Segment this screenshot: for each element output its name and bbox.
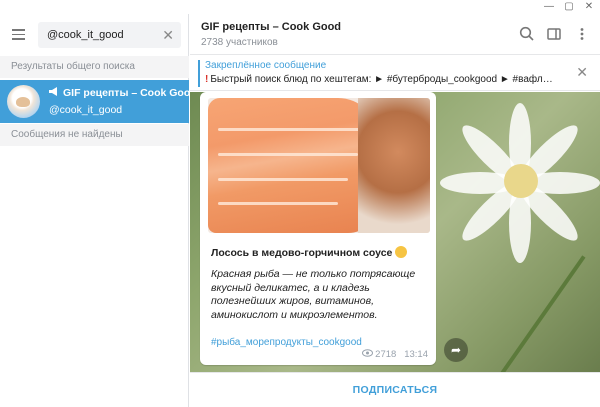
close-pinned-icon[interactable]: ✕: [576, 64, 588, 81]
minimize-button[interactable]: —: [540, 0, 558, 14]
maximize-button[interactable]: ▢: [560, 0, 578, 14]
message-title-text: Лосось в медово-горчичном соусе: [211, 247, 393, 259]
message-bubble[interactable]: Лосось в медово-горчичном соусе Красная …: [200, 92, 436, 365]
background-flower: [440, 103, 600, 263]
more-options-icon[interactable]: [574, 26, 590, 42]
photo-background: [358, 98, 430, 233]
chat-members-count: 2738 участников: [201, 37, 278, 48]
message-body: Красная рыба — не только потрясающе вкус…: [211, 268, 416, 321]
result-title: GIF рецепты – Cook Good: [49, 87, 197, 99]
pinned-text: Быстрый поиск блюд по хештегам: ► #бутер…: [210, 74, 553, 85]
sidebar-toggle-icon[interactable]: [546, 26, 562, 42]
salmon-image: [208, 98, 378, 233]
pinned-message-bar[interactable]: Закреплённое сообщение ! Быстрый поиск бл…: [190, 56, 600, 91]
result-handle: @cook_it_good: [49, 104, 123, 116]
hashtag-link[interactable]: #рыба_морепродукты_cookgood: [211, 337, 362, 348]
chat-header: GIF рецепты – Cook Good 2738 участников: [190, 14, 600, 55]
pinned-label: Закреплённое сообщение: [205, 60, 327, 71]
chat-area: Лосось в медово-горчичном соусе Красная …: [190, 92, 600, 372]
message-meta: 2718 13:14: [361, 349, 428, 360]
clear-search-icon[interactable]: ✕: [162, 27, 174, 43]
window-title-bar: — ▢ ✕: [0, 0, 600, 14]
search-box[interactable]: ✕: [38, 22, 181, 48]
subscribe-button[interactable]: ПОДПИСАТЬСЯ: [190, 373, 600, 407]
message-title: Лосось в медово-горчичном соусе: [211, 246, 408, 259]
search-result-channel[interactable]: GIF рецепты – Cook Good @cook_it_good: [0, 80, 197, 123]
message-photo[interactable]: [208, 98, 430, 233]
messages-not-found-header: Сообщения не найдены: [0, 124, 189, 146]
chat-title[interactable]: GIF рецепты – Cook Good: [201, 21, 341, 33]
left-panel: ✕ Результаты общего поиска GIF рецепты –…: [0, 14, 197, 407]
close-window-button[interactable]: ✕: [580, 0, 598, 14]
channel-avatar: [7, 85, 40, 118]
background-stem: [490, 255, 586, 372]
hamburger-menu-icon[interactable]: [12, 29, 25, 40]
view-count: 2718: [375, 349, 397, 360]
exclamation-icon: !: [205, 74, 209, 85]
global-results-header: Результаты общего поиска: [0, 56, 189, 78]
megaphone-icon: [49, 87, 59, 99]
search-icon[interactable]: [519, 26, 535, 42]
pinned-accent-line: [198, 60, 200, 87]
subscribe-bar: ПОДПИСАТЬСЯ: [190, 372, 600, 407]
pinned-text-row: ! Быстрый поиск блюд по хештегам: ► #буте…: [205, 74, 575, 85]
eye-icon: [361, 349, 373, 360]
share-icon[interactable]: ➦: [444, 338, 468, 362]
search-input[interactable]: [38, 22, 158, 48]
result-title-text: GIF рецепты – Cook Good: [63, 87, 197, 99]
message-time: 13:14: [404, 349, 428, 360]
emoji-icon: [395, 246, 408, 258]
